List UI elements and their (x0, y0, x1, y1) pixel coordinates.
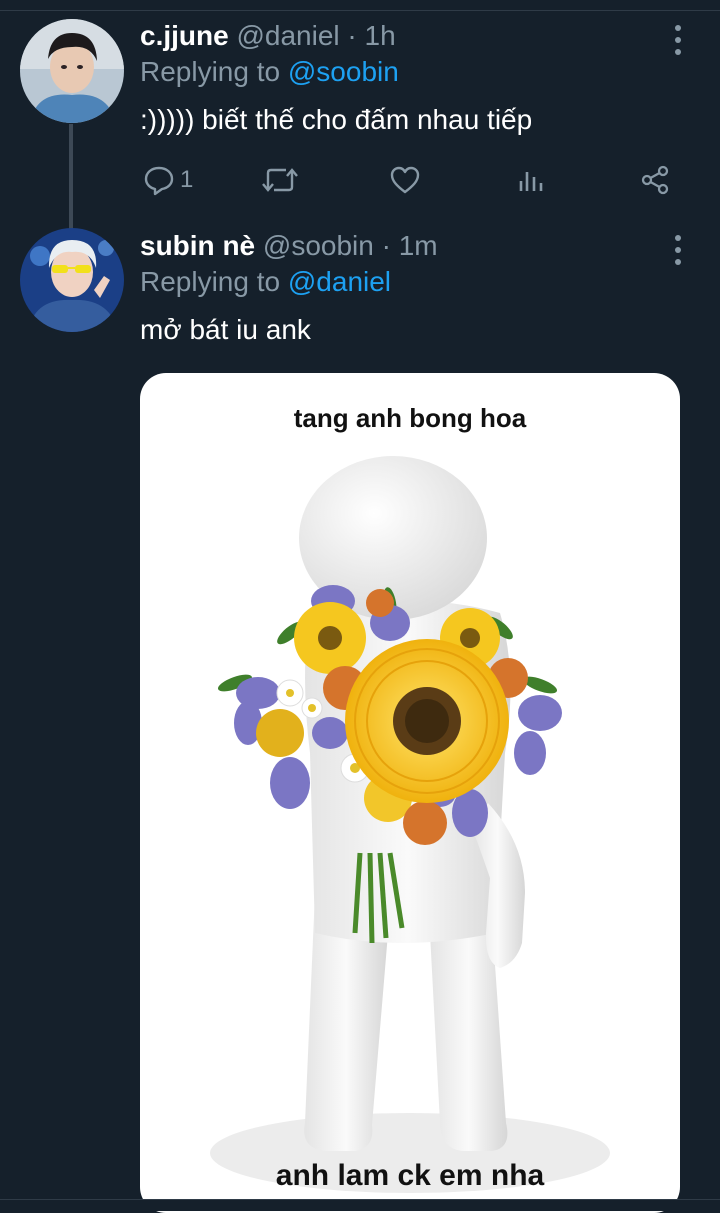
reply-icon (142, 163, 176, 197)
action-bar: 1 (140, 160, 680, 200)
analytics-button[interactable] (514, 160, 548, 200)
separator: · (339, 20, 365, 51)
figure-with-bouquet-illustration (210, 456, 610, 1193)
mention-link[interactable]: @daniel (288, 266, 391, 297)
replying-prefix: Replying to (140, 56, 288, 87)
tweet-header: subin nè @soobin · 1m (140, 230, 438, 262)
share-button[interactable] (638, 160, 672, 200)
retweet-button[interactable] (260, 160, 300, 200)
analytics-icon (514, 163, 548, 197)
display-name[interactable]: subin nè (140, 230, 255, 261)
separator: · (373, 230, 399, 261)
timestamp[interactable]: 1h (365, 20, 396, 51)
more-icon[interactable] (666, 25, 690, 55)
image-caption-bottom: anh lam ck em nha (275, 1159, 545, 1192)
user-handle[interactable]: @soobin (263, 230, 374, 261)
avatar[interactable] (20, 228, 124, 332)
display-name[interactable]: c.jjune (140, 20, 229, 51)
user-handle[interactable]: @daniel (236, 20, 339, 51)
tweet-image[interactable]: tang anh bong hoa anh lam ck em nha (140, 373, 680, 1213)
replying-to: Replying to @daniel (140, 266, 391, 298)
timestamp[interactable]: 1m (399, 230, 438, 261)
thread-line (69, 124, 73, 230)
tweet-1[interactable]: c.jjune @daniel · 1h Replying to @soobin… (0, 0, 720, 230)
mention-link[interactable]: @soobin (288, 56, 399, 87)
bottom-divider (0, 1199, 720, 1211)
reply-button[interactable]: 1 (142, 160, 193, 200)
replying-prefix: Replying to (140, 266, 288, 297)
tweet-text: mở bát iu ank (140, 314, 311, 345)
reply-count: 1 (180, 166, 194, 193)
more-icon[interactable] (666, 235, 690, 265)
like-icon (388, 163, 422, 197)
replying-to: Replying to @soobin (140, 56, 399, 88)
avatar[interactable] (20, 19, 124, 123)
tweet-text: :))))) biết thế cho đấm nhau tiếp (140, 104, 533, 135)
retweet-icon (260, 163, 300, 197)
like-button[interactable] (388, 160, 422, 200)
tweet-header: c.jjune @daniel · 1h (140, 20, 396, 52)
share-icon (638, 163, 672, 197)
